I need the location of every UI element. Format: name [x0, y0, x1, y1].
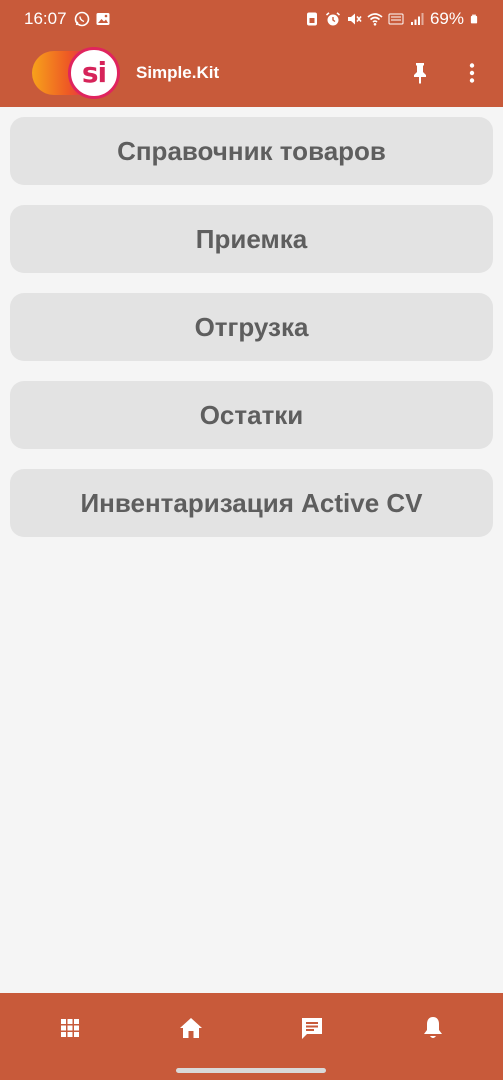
product-catalog-button[interactable]: Справочник товаров: [10, 117, 493, 185]
chat-icon[interactable]: [292, 1013, 332, 1043]
app-logo: si: [32, 45, 124, 101]
status-bar: 16:07 69%: [0, 0, 503, 38]
pin-icon[interactable]: [407, 60, 433, 86]
bottom-nav-row: [0, 1013, 503, 1043]
bottom-navigation: [0, 993, 503, 1080]
app-bar: si Simple.Kit: [0, 38, 503, 107]
home-indicator[interactable]: [176, 1068, 326, 1073]
battery-icon: [470, 14, 478, 24]
alarm-icon: [325, 12, 340, 26]
stock-balance-button[interactable]: Остатки: [10, 381, 493, 449]
status-right: 69%: [304, 9, 479, 29]
apps-grid-icon[interactable]: [50, 1013, 90, 1043]
main-menu: Справочник товаров Приемка Отгрузка Оста…: [10, 117, 493, 537]
wifi-icon: [367, 13, 383, 26]
receiving-button[interactable]: Приемка: [10, 205, 493, 273]
logo-mark: si: [68, 46, 120, 99]
more-vert-icon[interactable]: [459, 60, 485, 86]
whatsapp-icon: [74, 11, 89, 27]
status-left: 16:07: [24, 9, 111, 29]
bell-icon[interactable]: [413, 1013, 453, 1043]
home-icon[interactable]: [171, 1013, 211, 1043]
shipment-button[interactable]: Отгрузка: [10, 293, 493, 361]
inventory-active-cv-button[interactable]: Инвентаризация Active CV: [10, 469, 493, 537]
top-bar: 16:07 69% si Simple.Kit: [0, 0, 503, 107]
status-time: 16:07: [24, 9, 67, 28]
app-title: Simple.Kit: [136, 62, 220, 82]
signal-icon: [410, 13, 424, 25]
app-bar-actions: [407, 60, 485, 86]
volte-icon: [388, 13, 404, 25]
gallery-icon: [96, 13, 110, 25]
battery-percent: 69%: [429, 9, 464, 28]
sim-icon: [306, 12, 317, 26]
mute-icon: [347, 13, 362, 25]
